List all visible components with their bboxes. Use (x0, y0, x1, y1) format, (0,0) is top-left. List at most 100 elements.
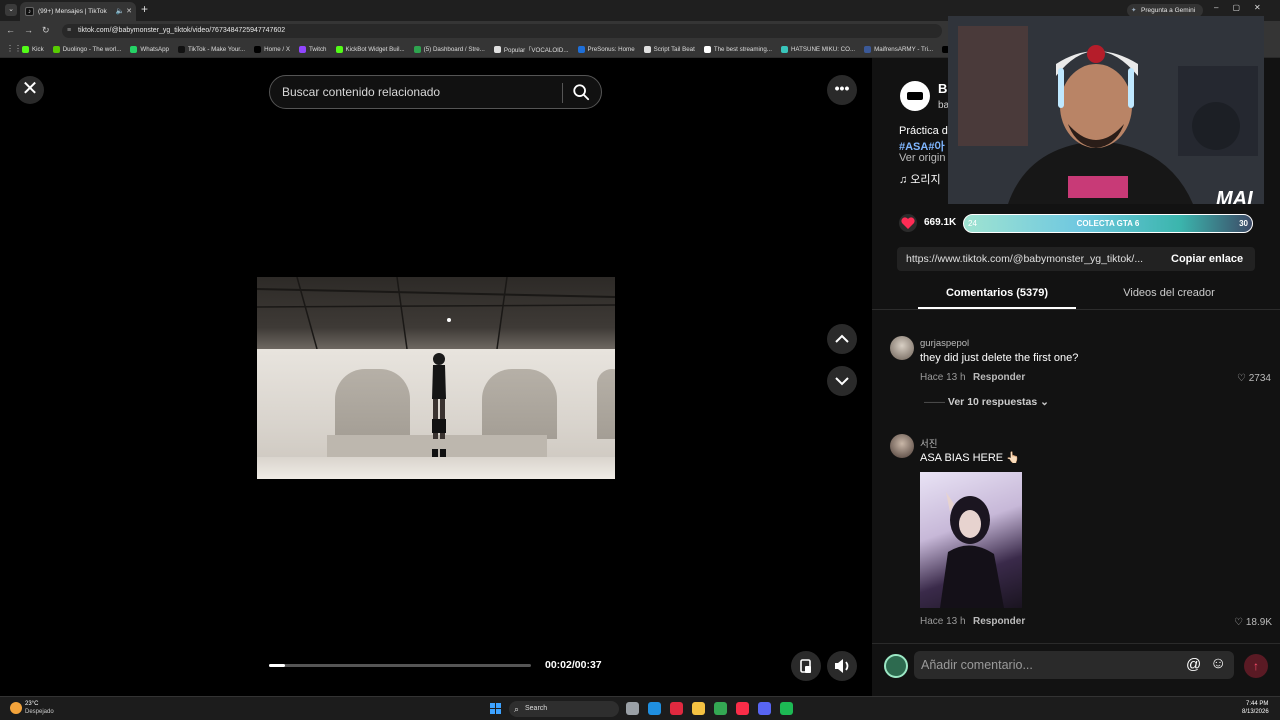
wall-arch (482, 369, 557, 439)
floating-player-icon (800, 659, 811, 673)
view-replies-button[interactable]: Ver 10 respuestas (924, 396, 1049, 408)
comment-username[interactable]: gurjaspepol (920, 338, 969, 349)
comment-username[interactable]: 서진 (920, 436, 937, 450)
comment-image[interactable] (920, 472, 1022, 608)
spotify-icon[interactable] (780, 702, 793, 715)
video-description: Práctica d (899, 125, 948, 137)
tab-close-icon[interactable]: 🔈 ✕ (115, 2, 132, 21)
volume-button[interactable] (827, 651, 857, 681)
creator-name[interactable]: B (938, 81, 947, 96)
bookmark-label: TikTok - Make Your... (187, 46, 246, 53)
picture-in-picture-button[interactable] (791, 651, 821, 681)
creator-avatar[interactable] (900, 81, 930, 111)
dancer (432, 353, 446, 457)
opera-icon[interactable] (670, 702, 683, 715)
comment-likes[interactable]: 2734 (1211, 373, 1271, 384)
bookmark-favicon-icon (780, 46, 788, 53)
discord-icon[interactable] (758, 702, 771, 715)
bookmark-item[interactable]: Twitch (298, 46, 327, 53)
mention-icon[interactable]: @ (1186, 656, 1201, 673)
comment-input[interactable]: Añadir comentario... @ ☺ (914, 651, 1234, 679)
nav-buttons[interactable]: ←→↻ (6, 25, 59, 36)
bookmark-favicon-icon (254, 46, 262, 53)
weather-description[interactable]: Despejado (25, 709, 54, 715)
clock-time[interactable]: 7:44 PM (1246, 701, 1268, 707)
volume-icon (835, 659, 849, 673)
tab-search-button[interactable]: ⌄ (5, 4, 17, 16)
comment-avatar[interactable] (890, 434, 914, 458)
bookmark-favicon-icon (577, 46, 585, 53)
bookmark-item[interactable]: Popular「VOCALOID... (493, 45, 569, 54)
comment-text: they did just delete the first one? (920, 352, 1079, 364)
bookmark-favicon-icon (22, 46, 29, 53)
like-button[interactable] (899, 214, 917, 232)
next-video-button[interactable] (827, 366, 857, 396)
bookmark-item[interactable]: PreSonus: Home (577, 46, 635, 53)
wall-arch (335, 369, 410, 439)
new-tab-button[interactable]: + (141, 2, 148, 16)
bookmark-item[interactable]: WhatsApp (130, 46, 169, 53)
video-frame[interactable] (257, 277, 615, 479)
copy-link-button[interactable]: Copiar enlace (1171, 247, 1243, 271)
more-options-button[interactable]: ••• (827, 75, 857, 105)
bookmark-label: Script Tail Beat (653, 46, 695, 53)
reply-button[interactable]: Responder (973, 372, 1025, 383)
progress-bar[interactable] (269, 664, 531, 667)
comment-bar: Añadir comentario... @ ☺ ↑ (872, 643, 1280, 696)
bookmark-item[interactable]: The best streaming... (703, 46, 772, 53)
search-icon[interactable] (572, 83, 590, 101)
weather-icon[interactable] (10, 702, 22, 714)
stream-logo: MAI (1216, 188, 1253, 204)
bookmark-item[interactable]: HATSUNE MIKU: CO... (780, 46, 855, 53)
progress-fill (269, 664, 285, 667)
wall-arch (597, 369, 615, 439)
share-link-box: https://www.tiktok.com/@babymonster_yg_t… (897, 247, 1255, 271)
goal-label: COLECTA GTA 6 (1076, 219, 1140, 228)
music-icon[interactable] (736, 702, 749, 715)
bookmark-label: WhatsApp (140, 46, 169, 53)
comment-avatar[interactable] (890, 336, 914, 360)
bookmark-item[interactable]: TikTok - Make Your... (177, 46, 246, 53)
previous-video-button[interactable] (827, 324, 857, 354)
related-search-box[interactable]: Buscar contenido relacionado (269, 75, 602, 109)
music-label[interactable]: ♫ 오리지 (899, 171, 941, 187)
windows-start-icon[interactable] (490, 703, 502, 715)
emoji-icon[interactable]: ☺ (1210, 655, 1226, 673)
bookmark-item[interactable]: Home / X (254, 46, 290, 53)
chevron-up-icon (835, 334, 849, 343)
bookmark-item[interactable]: Kick (22, 46, 44, 53)
bookmark-item[interactable]: Duolingo - The worl... (52, 46, 121, 53)
share-link-text[interactable]: https://www.tiktok.com/@babymonster_yg_t… (906, 247, 1158, 271)
apps-grid-icon[interactable]: ⋮⋮ (6, 45, 22, 53)
bookmark-favicon-icon (298, 46, 306, 53)
donation-goal-bar: 24 COLECTA GTA 6 30 (963, 214, 1253, 233)
goal-target: 30 (1239, 219, 1248, 228)
reply-button[interactable]: Responder (973, 616, 1025, 627)
edge-icon[interactable] (648, 702, 661, 715)
bookmark-favicon-icon (864, 46, 872, 53)
weather-temperature[interactable]: 23°C (25, 701, 38, 707)
bookmark-label: Popular「VOCALOID... (503, 47, 569, 54)
browser-tab[interactable]: ♪ (99+) Mensajes | TikTok 🔈 ✕ (20, 2, 136, 21)
taskbar-search[interactable]: Search (509, 701, 619, 717)
comment-photo (940, 492, 1004, 608)
comment-text: ASA BIAS HERE 👆🏻 (920, 452, 1020, 464)
tab-comments[interactable]: Comentarios (5379) (918, 287, 1076, 299)
chrome-icon[interactable] (714, 702, 727, 715)
comment-likes[interactable]: 18.9K (1212, 617, 1272, 628)
window-controls[interactable]: –▢✕ (1214, 3, 1275, 12)
send-comment-button[interactable]: ↑ (1244, 654, 1268, 678)
bookmark-item[interactable]: (5) Dashboard / Stre... (413, 46, 485, 53)
file-explorer-icon[interactable] (692, 702, 705, 715)
see-original-link[interactable]: Ver origin (899, 152, 945, 164)
bookmark-item[interactable]: MaifrensARMY - Tri... (864, 46, 933, 53)
bookmark-item[interactable]: Script Tail Beat (643, 46, 695, 53)
search-input[interactable]: Buscar contenido relacionado (282, 76, 440, 108)
bookmark-label: PreSonus: Home (587, 46, 635, 53)
tab-creator-videos[interactable]: Videos del creador (1106, 287, 1232, 299)
task-view-icon[interactable] (626, 702, 639, 715)
close-button[interactable]: ✕ (16, 76, 44, 104)
clock-date[interactable]: 8/13/2026 (1242, 709, 1269, 715)
url-field[interactable]: tiktok.com/@babymonster_yg_tiktok/video/… (62, 24, 942, 38)
bookmark-item[interactable]: KickBot Widget Buil... (335, 46, 405, 53)
